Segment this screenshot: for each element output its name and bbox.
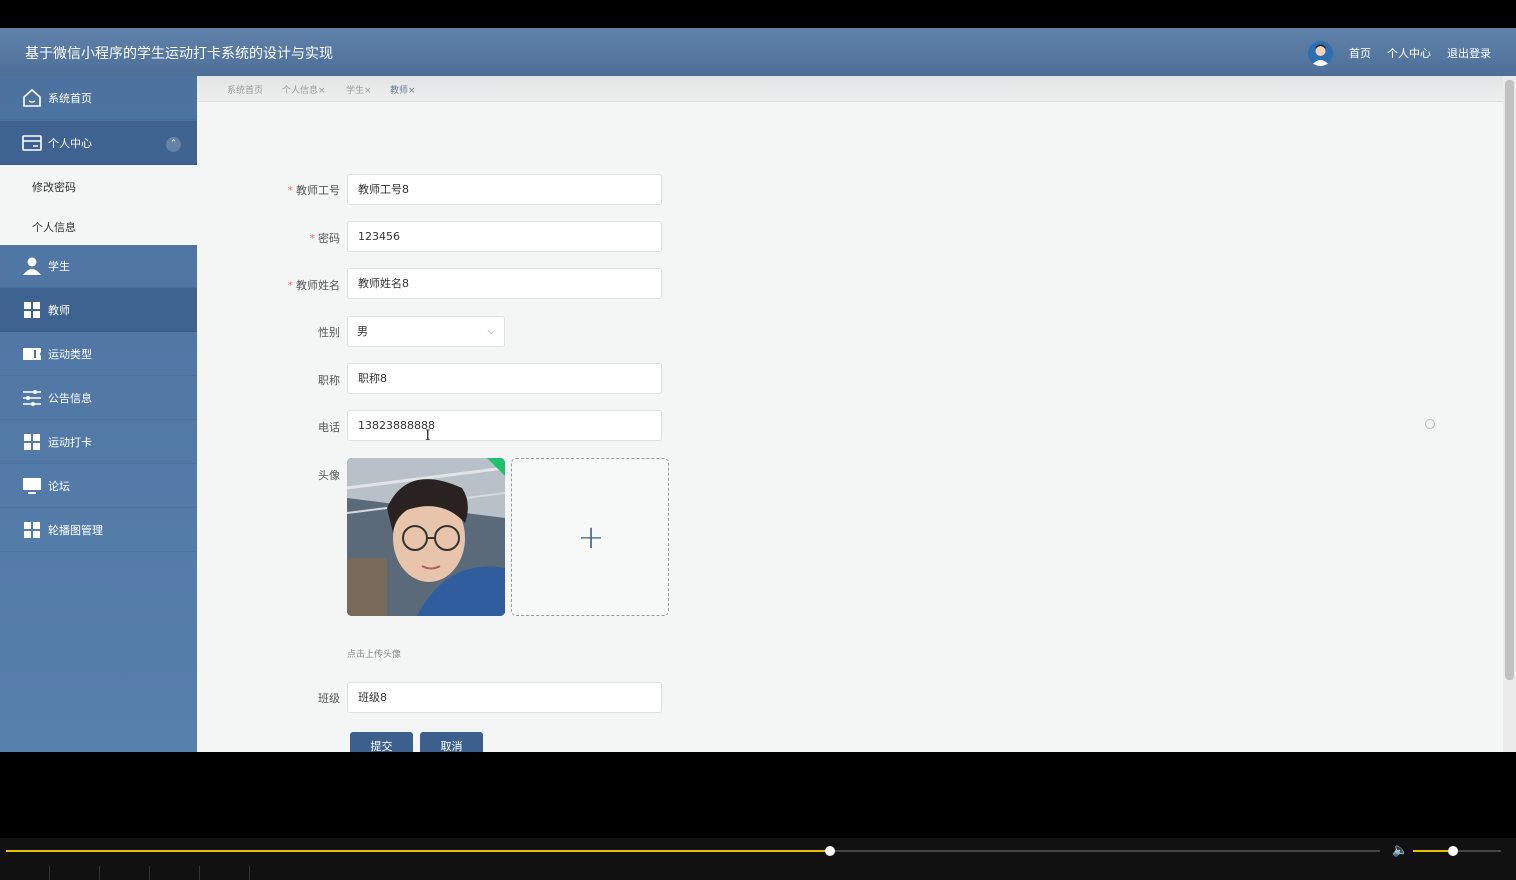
app-window: 基于微信小程序的学生运动打卡系统的设计与实现 首页 个人中心 退出登录 系统首页… xyxy=(0,28,1516,752)
player-control[interactable] xyxy=(200,866,250,880)
grid-icon xyxy=(21,300,43,320)
profile-center-link[interactable]: 个人中心 xyxy=(1387,45,1431,61)
teacher-name-label: * 教师姓名 xyxy=(287,279,341,292)
scrollbar-thumb[interactable] xyxy=(1505,80,1514,680)
chevron-down-icon: ⌵ xyxy=(487,326,495,337)
player-control[interactable] xyxy=(50,866,100,880)
volume-fill xyxy=(1413,850,1453,852)
target-icon xyxy=(1425,419,1435,429)
player-control[interactable] xyxy=(150,866,200,880)
video-player-bar: 🔈 xyxy=(0,838,1516,880)
ticket-icon xyxy=(21,344,43,364)
gender-value: 男 xyxy=(357,325,368,338)
text-cursor-icon: I xyxy=(425,428,431,444)
grid-icon xyxy=(21,432,43,452)
top-header: 基于微信小程序的学生运动打卡系统的设计与实现 首页 个人中心 退出登录 xyxy=(0,28,1516,76)
sidebar-item-announcements[interactable]: 公告信息 xyxy=(0,376,197,420)
submenu-personal-info[interactable]: 个人信息 xyxy=(32,219,76,235)
sidebar-item-forum[interactable]: 论坛 xyxy=(0,464,197,508)
teacher-id-label: * 教师工号 xyxy=(287,184,341,197)
home-link[interactable]: 首页 xyxy=(1349,45,1371,61)
sidebar-item-carousel[interactable]: 轮播图管理 xyxy=(0,508,197,552)
submenu-change-password[interactable]: 修改密码 xyxy=(32,179,76,195)
submit-button[interactable]: 提交 xyxy=(350,732,413,752)
app-title: 基于微信小程序的学生运动打卡系统的设计与实现 xyxy=(25,46,333,62)
tab-teachers[interactable]: 教师× xyxy=(390,83,416,96)
player-controls xyxy=(0,866,260,880)
sidebar-item-sport-types[interactable]: 运动类型 xyxy=(0,332,197,376)
sidebar-item-home[interactable]: 系统首页 xyxy=(0,76,197,120)
vertical-scrollbar[interactable] xyxy=(1503,76,1516,752)
tab-personal-info[interactable]: 个人信息× xyxy=(282,83,326,96)
sidebar-item-students[interactable]: 学生 xyxy=(0,244,197,288)
player-control[interactable] xyxy=(100,866,150,880)
sidebar-item-label: 论坛 xyxy=(48,479,70,493)
monitor-icon xyxy=(21,476,43,496)
sidebar-item-label: 教师 xyxy=(48,303,70,317)
avatar-label: 头像 xyxy=(318,469,340,482)
sidebar-item-label: 系统首页 xyxy=(48,91,92,105)
volume-icon[interactable]: 🔈 xyxy=(1392,843,1408,858)
player-control[interactable] xyxy=(0,866,50,880)
teacher-name-input[interactable]: 教师姓名8 xyxy=(347,268,662,299)
profile-submenu: 修改密码 个人信息 xyxy=(0,165,197,245)
avatar-image[interactable] xyxy=(347,458,505,616)
user-avatar[interactable] xyxy=(1308,41,1333,66)
gender-label: 性别 xyxy=(318,326,340,339)
title-input[interactable]: 职称8 xyxy=(347,363,662,394)
volume-knob[interactable] xyxy=(1447,846,1458,856)
grid-icon xyxy=(21,520,43,540)
sidebar-item-label: 个人中心 xyxy=(48,136,92,150)
tab-students[interactable]: 学生× xyxy=(346,83,372,96)
phone-input[interactable]: 13823888888 xyxy=(347,410,662,441)
password-label: * 密码 xyxy=(309,232,341,245)
sidebar-item-label: 运动类型 xyxy=(48,347,92,361)
home-icon xyxy=(21,88,43,108)
sliders-icon xyxy=(21,388,43,408)
sidebar-item-label: 学生 xyxy=(48,259,70,273)
logout-link[interactable]: 退出登录 xyxy=(1447,45,1491,61)
tabs-bar: 系统首页 个人信息× 学生× 教师× xyxy=(197,76,1503,102)
progress-knob[interactable] xyxy=(825,846,836,856)
phone-label: 电话 xyxy=(318,421,340,434)
class-label: 班级 xyxy=(318,692,340,705)
sidebar-item-checkins[interactable]: 运动打卡 xyxy=(0,420,197,464)
sidebar-item-label: 运动打卡 xyxy=(48,435,92,449)
avatar-upload-tip: 点击上传头像 xyxy=(347,650,402,660)
password-input[interactable]: 123456 xyxy=(347,221,662,252)
progress-fill xyxy=(6,850,831,852)
cancel-button[interactable]: 取消 xyxy=(420,732,483,752)
chevron-up-icon[interactable]: ⌃ xyxy=(166,137,181,152)
plus-icon: + xyxy=(577,518,605,556)
gender-select[interactable]: 男 ⌵ xyxy=(347,316,505,347)
tab-home[interactable]: 系统首页 xyxy=(227,83,263,96)
sidebar-item-label: 轮播图管理 xyxy=(48,523,103,537)
card-icon xyxy=(21,133,43,153)
teacher-id-input[interactable]: 教师工号8 xyxy=(347,174,662,205)
sidebar-item-profile-center[interactable]: 个人中心 ⌃ xyxy=(0,121,197,165)
user-icon xyxy=(21,256,43,276)
sidebar-item-teachers[interactable]: 教师 xyxy=(0,288,197,332)
class-input[interactable]: 班级8 xyxy=(347,682,662,713)
sidebar-item-label: 公告信息 xyxy=(48,391,92,405)
title-label: 职称 xyxy=(318,374,340,387)
sidebar: 系统首页 个人中心 ⌃ 修改密码 个人信息 学生 教师 运动类型 公告信息 运动… xyxy=(0,76,197,752)
avatar-upload-button[interactable]: + xyxy=(511,458,669,616)
